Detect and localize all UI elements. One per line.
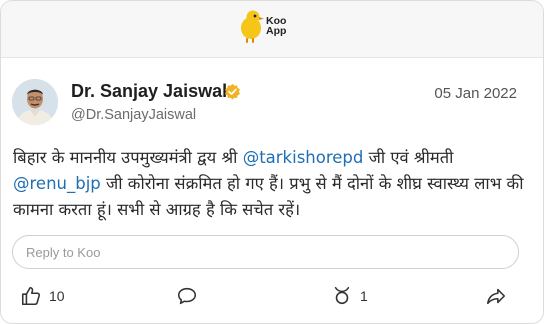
- logo-line-app: App: [266, 25, 287, 37]
- share-arrow-icon: [486, 288, 506, 305]
- rekoo-icon: [334, 286, 350, 305]
- post-date: 05 Jan 2022: [434, 85, 517, 102]
- post-text-segment: जी एवं श्रीमती: [363, 148, 454, 167]
- like-count: 10: [49, 288, 65, 304]
- author-avatar[interactable]: [12, 79, 58, 125]
- comment-bubble-icon: [177, 287, 197, 305]
- like-button[interactable]: 10: [20, 284, 65, 308]
- post-text: बिहार के माननीय उपमुख्यमंत्री द्वय श्री …: [13, 145, 528, 223]
- app-header: Koo App: [1, 1, 543, 58]
- mention-link-tarkishorepd[interactable]: @tarkishorepd: [243, 148, 364, 167]
- thumbs-up-icon: [21, 286, 41, 306]
- comment-button[interactable]: [176, 284, 198, 308]
- post-text-segment: बिहार के माननीय उपमुख्यमंत्री द्वय श्री: [13, 148, 243, 167]
- koo-app-logo[interactable]: Koo App: [239, 9, 299, 45]
- share-button[interactable]: [485, 284, 507, 308]
- author-handle[interactable]: @Dr.SanjayJaiswal: [71, 107, 196, 123]
- avatar-portrait-icon: [12, 79, 58, 125]
- rekoo-count: 1: [360, 288, 368, 304]
- verified-badge-icon: [225, 83, 240, 100]
- logo-wordmark: Koo App: [266, 16, 287, 37]
- koo-post-card: Koo App Dr. Sanjay Jaiswal @Dr.SanjayJai…: [0, 0, 544, 324]
- koo-bird-logo-icon: [241, 10, 264, 43]
- reply-input[interactable]: Reply to Koo: [12, 235, 519, 269]
- rekoo-button[interactable]: 1: [331, 284, 368, 308]
- author-name[interactable]: Dr. Sanjay Jaiswal: [71, 81, 227, 102]
- mention-link-renu-bjp[interactable]: @renu_bjp: [13, 174, 101, 193]
